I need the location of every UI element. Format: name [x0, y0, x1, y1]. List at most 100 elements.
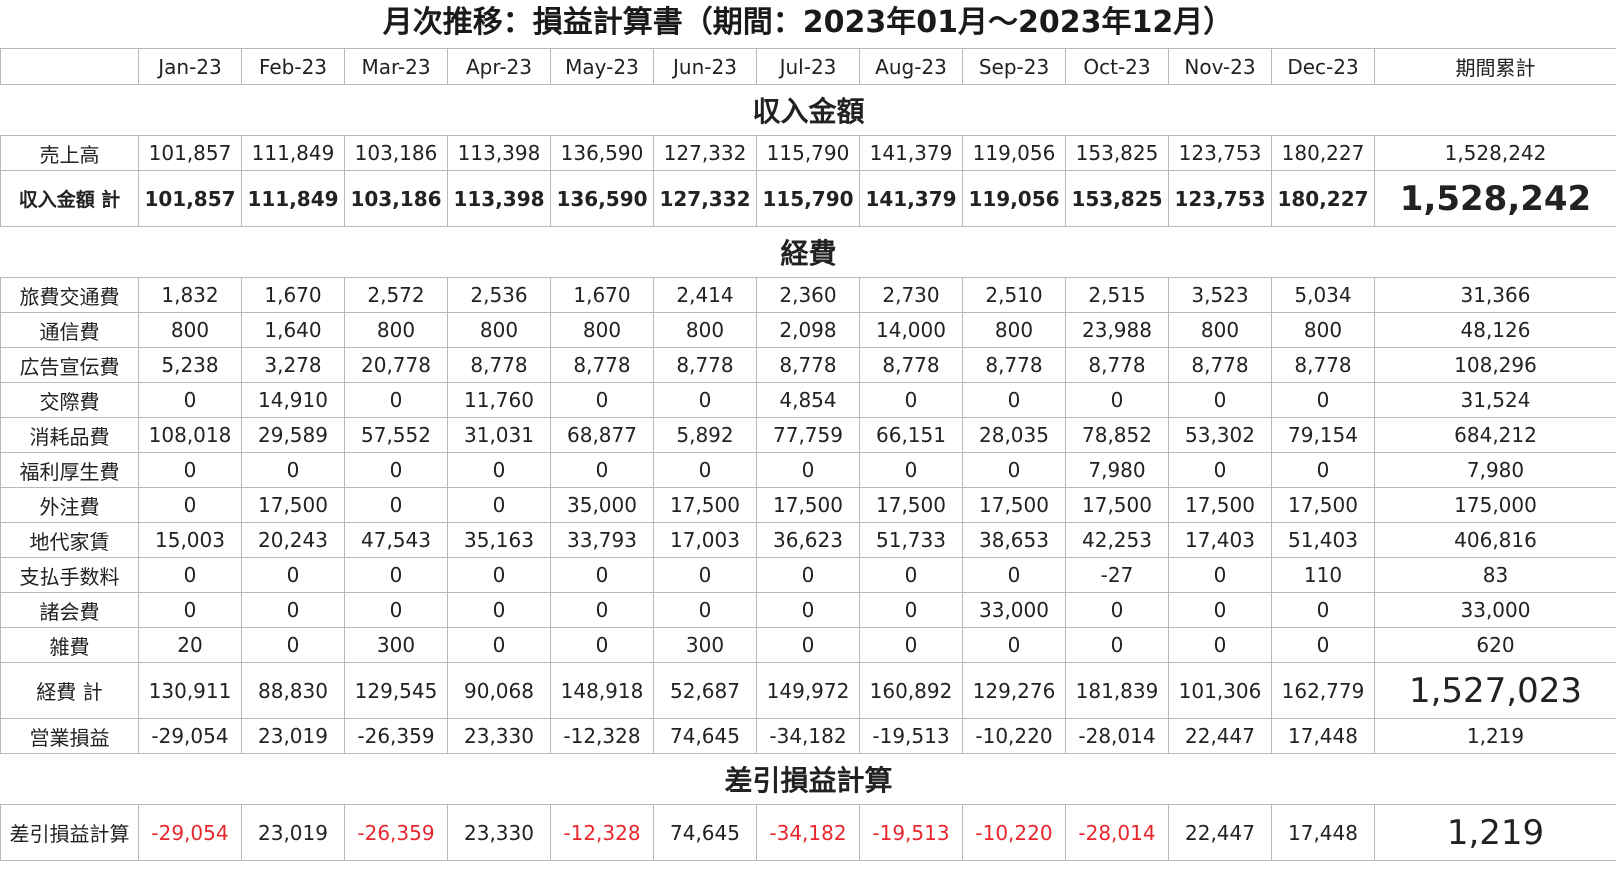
row-label: 交際費 — [0, 382, 139, 418]
row-total: 406,816 — [1374, 522, 1616, 558]
table-cell: 0 — [344, 592, 448, 628]
table-cell: 8,778 — [550, 347, 654, 383]
table-cell: 28,035 — [962, 417, 1066, 453]
row-label: 消耗品費 — [0, 417, 139, 453]
table-cell: 2,730 — [859, 277, 963, 313]
pl-sheet: 月次推移：損益計算書（期間：2023年01月～2023年12月） Jan-23 F… — [0, 0, 1616, 888]
table-cell: 0 — [653, 382, 757, 418]
row-total: 684,212 — [1374, 417, 1616, 453]
row-label: 営業損益 — [0, 718, 139, 754]
table-cell: 8,778 — [447, 347, 551, 383]
table-cell: 123,753 — [1168, 170, 1272, 227]
expense-total-row: 経費 計 130,911 88,830 129,545 90,068 148,918 52,… — [0, 662, 1616, 719]
table-cell: 2,515 — [1065, 277, 1169, 313]
row-total: 175,000 — [1374, 487, 1616, 523]
table-cell: 141,379 — [859, 170, 963, 227]
income-row: 売上高 101,857 111,849 103,186 113,398 136,590 12… — [0, 135, 1616, 171]
row-label: 諸会費 — [0, 592, 139, 628]
table-cell: 17,403 — [1168, 522, 1272, 558]
table-cell: 0 — [1065, 382, 1169, 418]
table-cell: 22,447 — [1168, 804, 1272, 861]
table-cell: 77,759 — [756, 417, 860, 453]
row-total: 1,219 — [1374, 718, 1616, 754]
table-cell: 57,552 — [344, 417, 448, 453]
table-cell: 0 — [550, 382, 654, 418]
table-cell: 0 — [1168, 592, 1272, 628]
table-cell: 23,988 — [1065, 312, 1169, 348]
table-cell: -29,054 — [138, 804, 242, 861]
table-cell: 0 — [138, 557, 242, 593]
table-cell: 17,500 — [1168, 487, 1272, 523]
table-cell: 17,448 — [1271, 804, 1375, 861]
table-cell: 113,398 — [447, 135, 551, 171]
table-cell: 0 — [962, 627, 1066, 663]
table-cell: 20,243 — [241, 522, 345, 558]
table-cell: 0 — [653, 592, 757, 628]
diff-row: 差引損益計算 -29,054 23,019 -26,359 23,330 -12,328 7… — [0, 804, 1616, 861]
table-cell: 8,778 — [962, 347, 1066, 383]
table-cell: 800 — [1271, 312, 1375, 348]
table-cell: 3,523 — [1168, 277, 1272, 313]
table-cell: 0 — [859, 452, 963, 488]
row-total: 31,524 — [1374, 382, 1616, 418]
table-cell: 136,590 — [550, 135, 654, 171]
row-label: 売上高 — [0, 135, 139, 171]
table-cell: 33,793 — [550, 522, 654, 558]
table-cell: 74,645 — [653, 804, 757, 861]
table-cell: -29,054 — [138, 718, 242, 754]
table-cell: 2,360 — [756, 277, 860, 313]
table-cell: 31,031 — [447, 417, 551, 453]
column-header: Mar-23 — [344, 48, 448, 85]
pl-table: Jan-23 Feb-23 Mar-23 Apr-23 May-23 Jun-23 Jul-… — [0, 48, 1616, 861]
header-row: Jan-23 Feb-23 Mar-23 Apr-23 May-23 Jun-23 Jul-… — [0, 48, 1616, 85]
expense-row: 消耗品費 108,018 29,589 57,552 31,031 68,877 5,892… — [0, 417, 1616, 453]
table-cell: 153,825 — [1065, 135, 1169, 171]
row-label: 外注費 — [0, 487, 139, 523]
table-cell: 0 — [241, 592, 345, 628]
table-cell: 2,572 — [344, 277, 448, 313]
table-cell: 1,640 — [241, 312, 345, 348]
expense-row: 諸会費 0 0 0 0 0 0 0 0 33,000 0 0 0 33,000 — [0, 592, 1616, 628]
table-cell: 113,398 — [447, 170, 551, 227]
row-total: 7,980 — [1374, 452, 1616, 488]
table-cell: 103,186 — [344, 170, 448, 227]
table-cell: 130,911 — [138, 662, 242, 719]
operating-profit-row: 営業損益 -29,054 23,019 -26,359 23,330 -12,328 74,… — [0, 718, 1616, 754]
table-cell: 800 — [447, 312, 551, 348]
expense-row: 交際費 0 14,910 0 11,760 0 0 4,854 0 0 0 0 0 31,524 — [0, 382, 1616, 418]
table-cell: 2,414 — [653, 277, 757, 313]
table-cell: 1,832 — [138, 277, 242, 313]
table-cell: 0 — [1271, 382, 1375, 418]
table-cell: 0 — [550, 592, 654, 628]
table-cell: 14,910 — [241, 382, 345, 418]
table-cell: 115,790 — [756, 170, 860, 227]
table-cell: 115,790 — [756, 135, 860, 171]
table-cell: 35,163 — [447, 522, 551, 558]
table-cell: 0 — [447, 487, 551, 523]
table-cell: 78,852 — [1065, 417, 1169, 453]
table-cell: 22,447 — [1168, 718, 1272, 754]
row-total: 31,366 — [1374, 277, 1616, 313]
column-header: Apr-23 — [447, 48, 551, 85]
table-cell: 5,238 — [138, 347, 242, 383]
column-header: Feb-23 — [241, 48, 345, 85]
page-title: 月次推移：損益計算書（期間：2023年01月～2023年12月） — [382, 5, 1234, 40]
table-cell: 20 — [138, 627, 242, 663]
column-header: May-23 — [550, 48, 654, 85]
table-cell: 0 — [756, 452, 860, 488]
table-cell: 17,500 — [653, 487, 757, 523]
section-title: 収入金額 — [0, 84, 1616, 136]
table-cell: 51,733 — [859, 522, 963, 558]
row-total: 108,296 — [1374, 347, 1616, 383]
table-cell: 11,760 — [447, 382, 551, 418]
table-cell: 0 — [550, 452, 654, 488]
column-header: Jan-23 — [138, 48, 242, 85]
table-cell: 0 — [138, 487, 242, 523]
table-cell: 8,778 — [756, 347, 860, 383]
row-label: 収入金額 計 — [0, 170, 139, 227]
table-cell: 47,543 — [344, 522, 448, 558]
table-cell: 101,857 — [138, 170, 242, 227]
table-cell: 181,839 — [1065, 662, 1169, 719]
table-cell: -19,513 — [859, 804, 963, 861]
table-cell: 17,500 — [756, 487, 860, 523]
